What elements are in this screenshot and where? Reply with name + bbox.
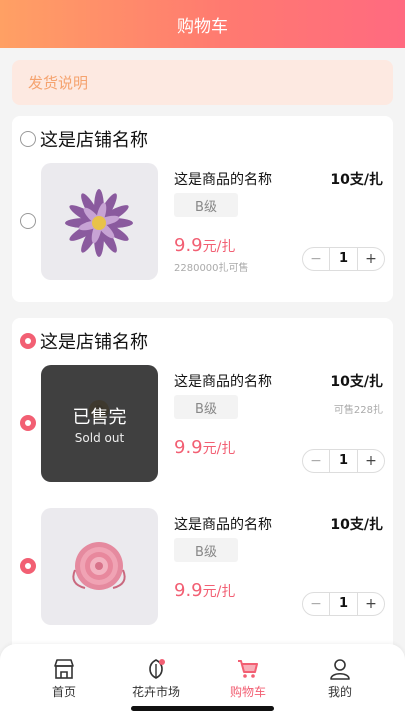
grade-badge: B级 [174,193,238,217]
price-unit: 元/扎 [202,441,236,457]
leaf-icon [149,659,165,679]
quantity-stepper: − 1 + [302,247,385,271]
increase-button[interactable]: + [358,450,384,472]
tab-label: 首页 [51,685,76,699]
product-price: 9.9元/扎 [174,235,235,256]
grade-badge: B级 [174,538,238,562]
tab-label: 购物车 [229,685,266,699]
product-unit: 10支/扎 [330,374,383,390]
sold-out-label: 已售完 [72,406,127,428]
tab-cart[interactable]: 购物车 [208,658,288,700]
quantity-value[interactable]: 1 [329,450,358,472]
shop-icon [54,659,74,679]
price-unit: 元/扎 [202,584,236,600]
price-value: 9.9 [174,580,203,601]
quantity-stepper: − 1 + [302,449,385,473]
sold-out-overlay: 已售完 Sold out [41,365,158,482]
shop-card: 这是店铺名称 已售完 Sold out 这是商品的名称 10支/扎 B级 可售2… [12,318,393,658]
shop-card: 这是店铺名称 这是商品的名称 10支/扎 B级 9.9元/扎 2280000扎可… [12,116,393,302]
cart-icon [238,660,258,678]
cart-item: 这是商品的名称 10支/扎 B级 9.9元/扎 2280000扎可售 − 1 + [12,163,393,281]
stock-text: 2280000扎可售 [174,263,249,274]
shop-header: 这是店铺名称 [20,328,148,354]
decrease-button[interactable]: − [303,593,329,615]
decrease-button[interactable]: − [303,450,329,472]
user-icon [330,659,350,680]
home-indicator [131,706,274,711]
product-image[interactable] [41,508,158,625]
page-header: 购物车 [0,0,405,48]
product-image[interactable] [41,163,158,280]
sold-out-sublabel: Sold out [74,430,125,445]
tab-label: 我的 [327,685,352,699]
item-select-radio[interactable] [20,415,36,431]
product-price: 9.9元/扎 [174,580,235,601]
item-select-radio[interactable] [20,213,36,229]
tab-home[interactable]: 首页 [24,658,104,700]
quantity-value[interactable]: 1 [329,248,358,270]
product-unit: 10支/扎 [330,172,383,188]
page-title: 购物车 [177,16,228,37]
grade-badge: B级 [174,395,238,419]
shop-select-radio[interactable] [20,333,36,349]
product-name: 这是商品的名称 [174,172,272,188]
shop-header: 这是店铺名称 [20,126,148,152]
product-unit: 10支/扎 [330,517,383,533]
price-value: 9.9 [174,437,203,458]
shop-name: 这是店铺名称 [40,130,148,151]
cart-item: 这是商品的名称 10支/扎 B级 9.9元/扎 − 1 + [12,508,393,626]
item-select-radio[interactable] [20,558,36,574]
pink-rose-image [72,542,126,590]
shipping-notice-label: 发货说明 [28,74,89,92]
increase-button[interactable]: + [358,593,384,615]
product-image[interactable]: 已售完 Sold out [41,365,158,482]
shop-select-radio[interactable] [20,131,36,147]
product-name: 这是商品的名称 [174,517,272,533]
quantity-value[interactable]: 1 [329,593,358,615]
price-unit: 元/扎 [202,239,236,255]
cart-item: 已售完 Sold out 这是商品的名称 10支/扎 B级 可售228扎 9.9… [12,365,393,483]
shop-name: 这是店铺名称 [40,332,148,353]
quantity-stepper: − 1 + [302,592,385,616]
tab-market[interactable]: 花卉市场 [116,658,196,700]
stock-text: 可售228扎 [333,405,383,416]
tab-mine[interactable]: 我的 [300,658,380,700]
purple-flower-image [65,189,133,257]
product-name: 这是商品的名称 [174,374,272,390]
increase-button[interactable]: + [358,248,384,270]
price-value: 9.9 [174,235,203,256]
tab-label: 花卉市场 [131,685,180,699]
decrease-button[interactable]: − [303,248,329,270]
product-price: 9.9元/扎 [174,437,235,458]
shipping-notice[interactable]: 发货说明 [12,60,393,105]
